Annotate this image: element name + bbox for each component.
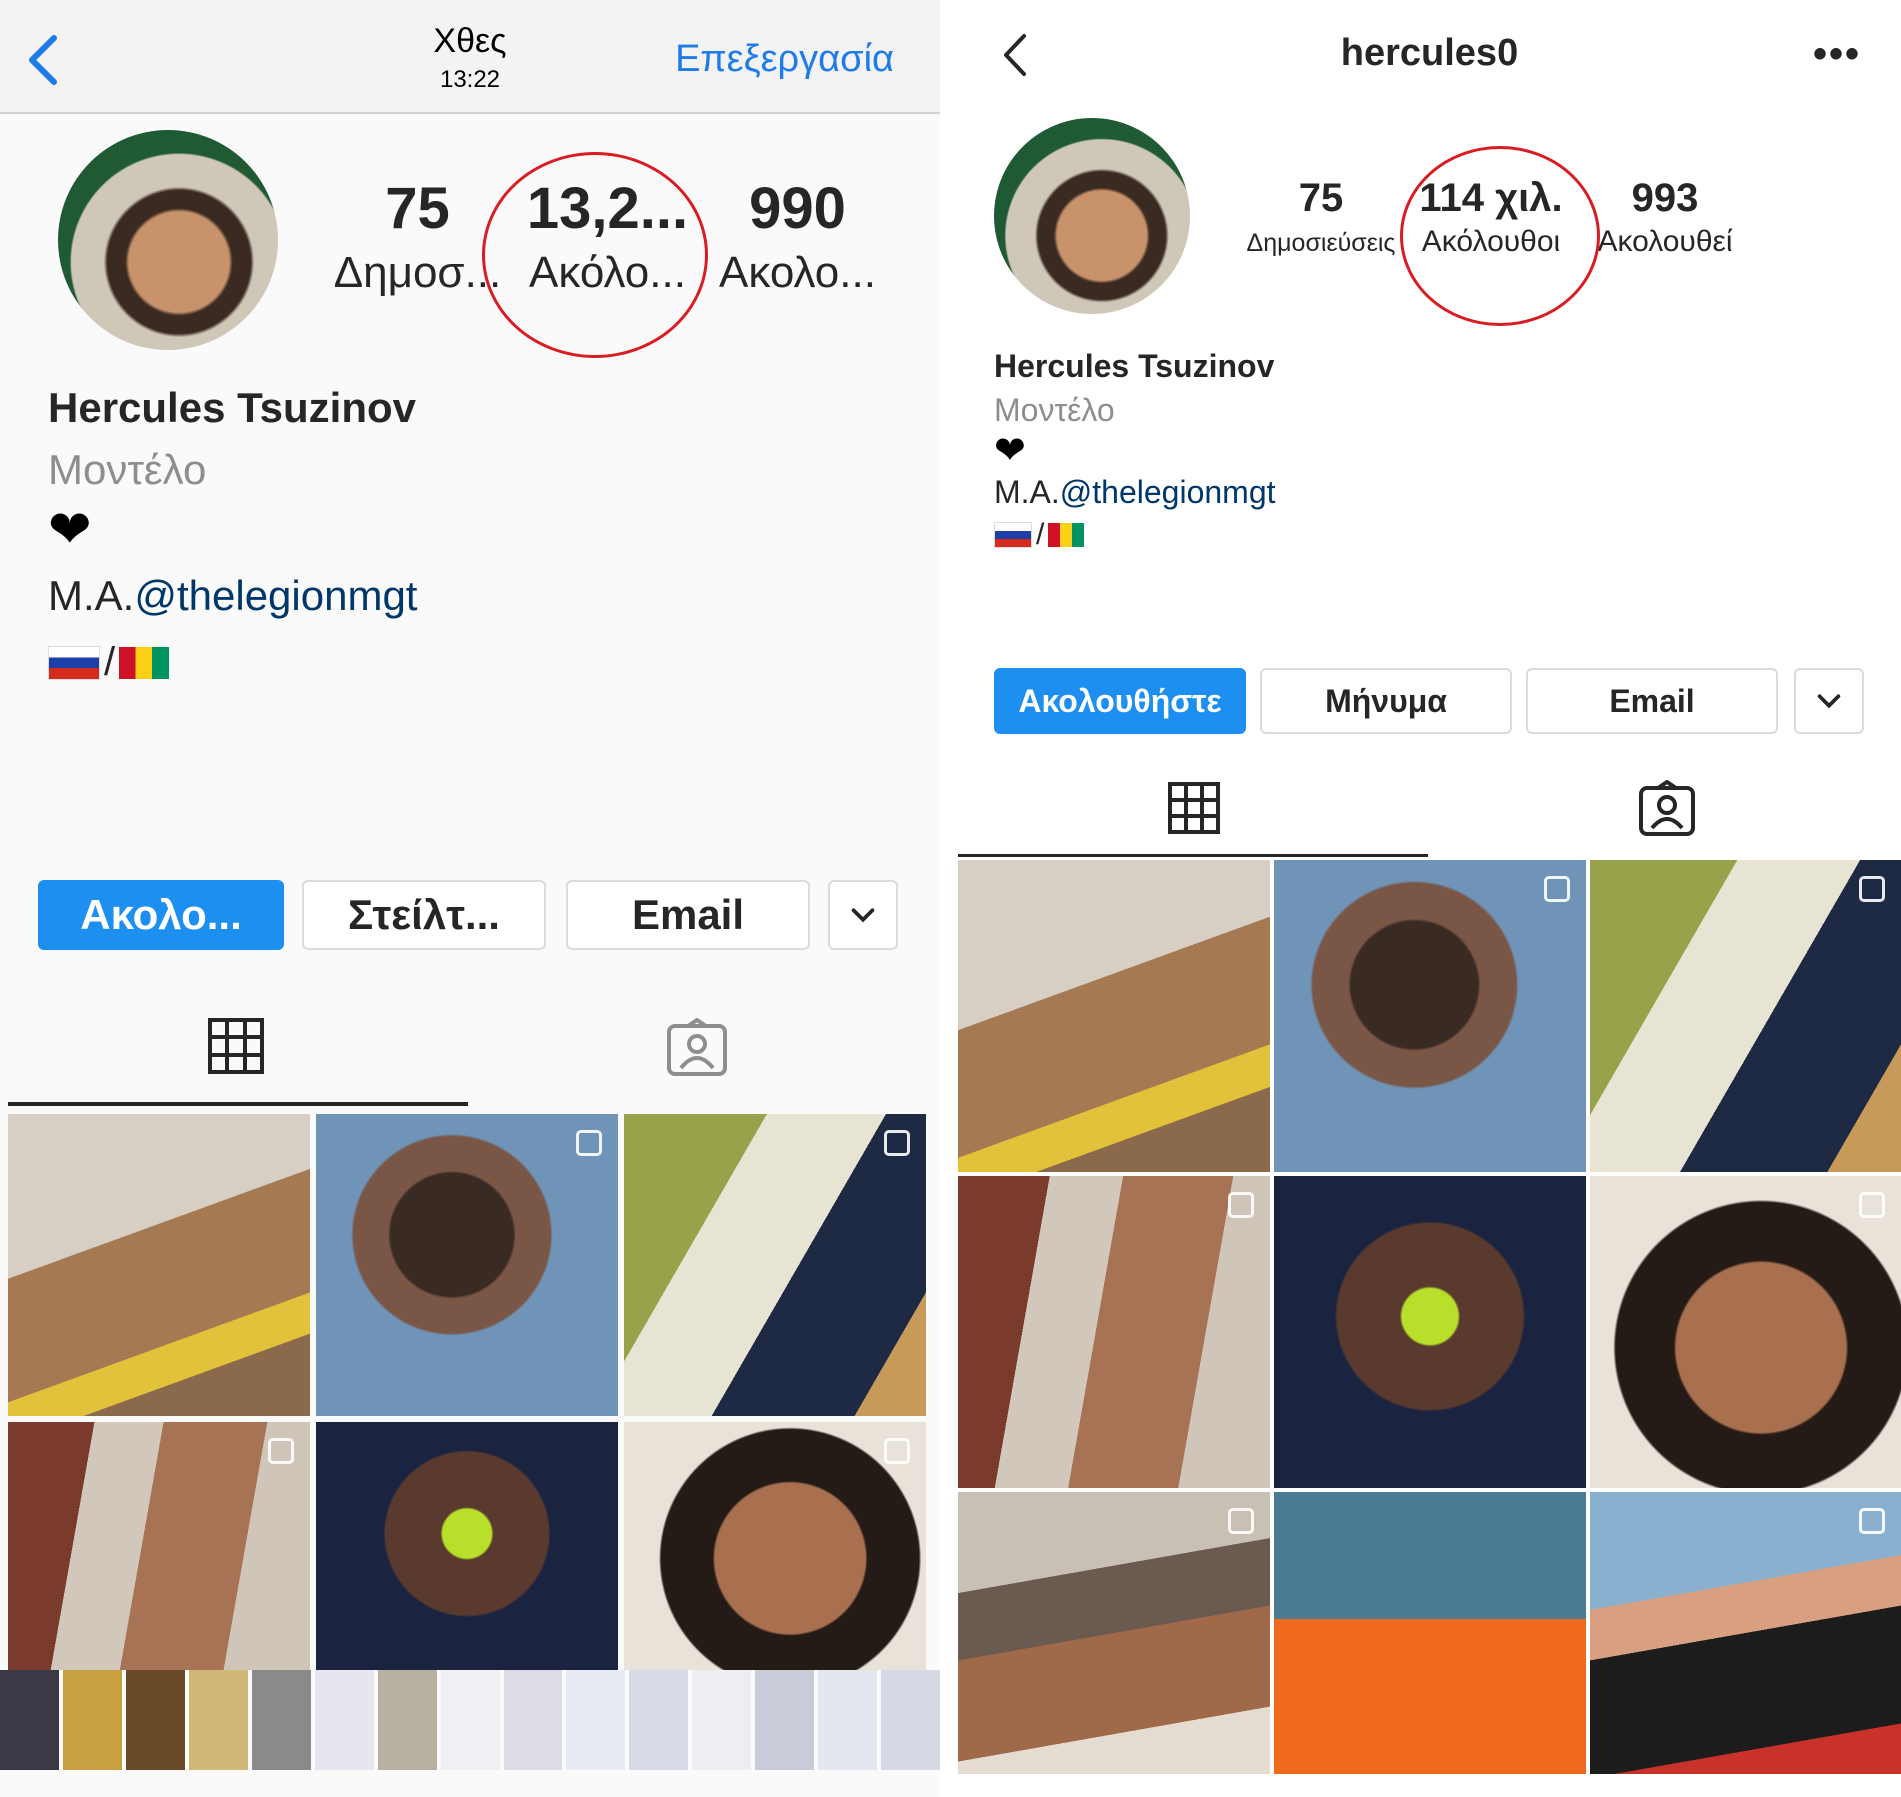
more-options-button[interactable]	[828, 880, 898, 950]
multi-post-icon	[1859, 1508, 1885, 1534]
bio-prefix: M.A.	[994, 474, 1060, 510]
divider	[940, 0, 958, 1797]
edit-button[interactable]: Επεξεργασία	[675, 38, 894, 81]
russia-flag-icon	[994, 522, 1032, 548]
post-thumbnail[interactable]	[1274, 860, 1586, 1172]
flags-line: /	[48, 640, 170, 685]
top-bar: Χθες 13:22 Επεξεργασία	[0, 0, 940, 114]
email-button[interactable]: Email	[566, 880, 810, 950]
multi-post-icon	[1859, 876, 1885, 902]
post-thumbnail[interactable]	[316, 1114, 618, 1416]
flags-separator: /	[104, 640, 116, 684]
more-options-button[interactable]	[1794, 668, 1864, 734]
post-thumbnail[interactable]	[1590, 1492, 1901, 1774]
multi-post-icon	[1228, 1508, 1254, 1534]
multi-post-icon	[576, 1130, 602, 1156]
more-icon[interactable]: •••	[1813, 32, 1861, 77]
grid-icon[interactable]	[1166, 780, 1222, 836]
message-button[interactable]: Στείλτ...	[302, 880, 546, 950]
multi-post-icon	[884, 1130, 910, 1156]
multi-post-icon	[1544, 876, 1570, 902]
profile-name: Hercules Tsuzinov	[994, 348, 1275, 384]
post-thumbnail[interactable]	[8, 1422, 310, 1670]
flags-line: /	[994, 518, 1085, 552]
post-thumbnail[interactable]	[1590, 860, 1901, 1172]
post-thumbnail[interactable]	[958, 1176, 1270, 1488]
stat-following[interactable]: 993 Ακολουθεί	[1580, 176, 1750, 259]
post-thumbnail[interactable]	[958, 1492, 1270, 1774]
highlight-circle	[1400, 146, 1600, 326]
heart-icon: ❤	[994, 430, 1026, 472]
stat-posts[interactable]: 75 Δημοσ...	[330, 175, 505, 298]
post-thumbnail[interactable]	[624, 1114, 926, 1416]
post-thumbnail[interactable]	[1274, 1176, 1586, 1488]
bio-prefix: M.A.	[48, 572, 135, 619]
follow-button[interactable]: Ακολο...	[38, 880, 284, 950]
email-button[interactable]: Email	[1526, 668, 1778, 734]
bio-line: M.A.@thelegionmgt	[994, 474, 1276, 511]
tagged-icon[interactable]	[666, 1018, 728, 1078]
russia-flag-icon	[48, 645, 100, 680]
chevron-down-icon	[1817, 694, 1841, 709]
username-title: hercules0	[1340, 32, 1519, 74]
bio-mention-link[interactable]: @thelegionmgt	[1060, 474, 1276, 510]
bio-mention-link[interactable]: @thelegionmgt	[134, 572, 417, 619]
grid-icon[interactable]	[206, 1016, 266, 1076]
flags-separator: /	[1036, 518, 1045, 551]
chevron-down-icon	[851, 908, 875, 923]
follow-button[interactable]: Ακολουθήστε	[994, 668, 1246, 734]
guinea-flag-icon	[1048, 523, 1085, 547]
post-thumbnail[interactable]	[1590, 1176, 1901, 1488]
highlight-circle	[482, 152, 708, 358]
app-switcher-strip	[0, 1670, 940, 1770]
multi-post-icon	[884, 1438, 910, 1464]
post-thumbnail[interactable]	[1274, 1492, 1586, 1774]
post-thumbnail[interactable]	[316, 1422, 618, 1670]
multi-post-icon	[268, 1438, 294, 1464]
message-button[interactable]: Μήνυμα	[1260, 668, 1512, 734]
active-tab-indicator	[958, 854, 1428, 857]
profile-name: Hercules Tsuzinov	[48, 384, 416, 431]
active-tab-indicator	[8, 1102, 468, 1106]
post-thumbnail[interactable]	[958, 860, 1270, 1172]
stat-following[interactable]: 990 Ακολο...	[710, 175, 885, 298]
multi-post-icon	[1859, 1192, 1885, 1218]
left-screenshot: Χθες 13:22 Επεξεργασία 75 Δημοσ... 13,2.…	[0, 0, 940, 1797]
right-screenshot: hercules0 ••• 75 Δημοσιεύσεις 114 χιλ. Α…	[958, 0, 1901, 1797]
guinea-flag-icon	[119, 646, 170, 679]
post-thumbnail[interactable]	[8, 1114, 310, 1416]
bio-line: M.A.@thelegionmgt	[48, 572, 417, 620]
stat-posts[interactable]: 75 Δημοσιεύσεις	[1236, 176, 1406, 258]
profile-category: Μοντέλο	[994, 392, 1115, 428]
post-thumbnail[interactable]	[624, 1422, 926, 1670]
profile-category: Μοντέλο	[48, 446, 207, 493]
heart-icon: ❤	[48, 501, 92, 559]
avatar[interactable]	[58, 130, 278, 350]
tagged-icon[interactable]	[1638, 780, 1696, 838]
multi-post-icon	[1228, 1192, 1254, 1218]
avatar[interactable]	[994, 118, 1190, 314]
